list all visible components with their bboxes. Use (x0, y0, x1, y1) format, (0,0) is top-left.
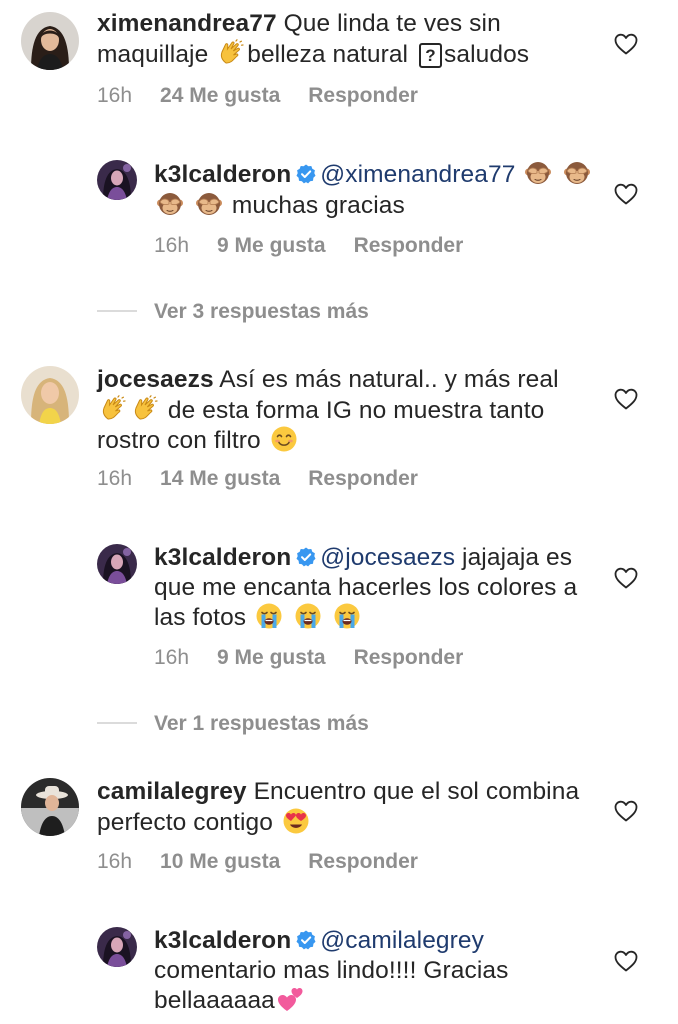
comment-text: belleza natural (247, 40, 409, 68)
loudly-crying-face-emoji-icon (333, 602, 361, 630)
like-heart-icon[interactable] (614, 800, 638, 822)
timestamp: 16h (97, 467, 133, 490)
reply-button[interactable]: Responder (354, 234, 464, 257)
reply-button[interactable]: Responder (354, 646, 464, 669)
username[interactable]: k3lcalderon (154, 161, 291, 188)
verified-badge-icon (296, 930, 316, 950)
comment-body: k3lcalderon @ximenandrea77 muchas gracias (154, 159, 604, 220)
avatar[interactable] (97, 160, 137, 200)
timestamp: 16h (154, 646, 190, 669)
like-count[interactable]: 9 Me gusta (217, 646, 326, 669)
comment-meta: 16h 14 Me gusta Responder (97, 467, 446, 491)
comment-text: muchas gracias (231, 191, 405, 219)
comment-text: Así es más natural.. y más real (219, 366, 559, 393)
comment-body: k3lcalderon @jocesaezs jajajaja es que me… (154, 543, 604, 633)
loudly-crying-face-emoji-icon (255, 602, 283, 630)
mention-link[interactable]: @ximenandrea77 (320, 161, 515, 188)
comment-body: jocesaezs Así es más natural.. y más rea… (97, 365, 597, 456)
see-no-evil-monkey-emoji-icon (563, 159, 591, 187)
see-no-evil-monkey-emoji-icon (524, 159, 552, 187)
divider (97, 310, 137, 312)
comment-meta: 16h 10 Me gusta Responder (97, 850, 446, 874)
see-no-evil-monkey-emoji-icon (195, 190, 223, 218)
timestamp: 16h (154, 234, 190, 257)
two-hearts-emoji-icon (277, 985, 305, 1013)
reply-button[interactable]: Responder (308, 467, 418, 490)
comment-meta: 16h 9 Me gusta Responder (154, 646, 491, 670)
username[interactable]: k3lcalderon (154, 544, 291, 571)
like-heart-icon[interactable] (614, 33, 638, 55)
comment-text: comentario mas lindo!!!! Gracias bellaaa… (154, 956, 509, 1015)
heart-eyes-emoji-icon (282, 807, 310, 835)
like-count[interactable]: 9 Me gusta (217, 234, 326, 257)
view-more-replies-button[interactable]: Ver 3 respuestas más (97, 300, 369, 324)
comment-body: ximenandrea77 Que linda te ves sin maqui… (97, 9, 597, 69)
clapping-hands-emoji-icon (99, 395, 127, 423)
clapping-hands-emoji-icon (131, 395, 159, 423)
comment-meta: 16h 9 Me gusta Responder (154, 234, 491, 258)
avatar[interactable] (97, 544, 137, 584)
like-heart-icon[interactable] (614, 183, 638, 205)
clapping-hands-emoji-icon (217, 39, 245, 67)
unknown-glyph-icon: ? (419, 42, 443, 68)
verified-badge-icon (296, 547, 316, 567)
username[interactable]: k3lcalderon (154, 927, 291, 954)
mention-link[interactable]: @jocesaezs (320, 544, 455, 571)
comment-text: de esta forma IG no muestra tanto rostro… (97, 396, 545, 455)
like-count[interactable]: 14 Me gusta (160, 467, 280, 490)
like-heart-icon[interactable] (614, 567, 638, 589)
username[interactable]: camilalegrey (97, 778, 247, 805)
divider (97, 722, 137, 724)
username[interactable]: ximenandrea77 (97, 10, 277, 37)
reply-button[interactable]: Responder (308, 850, 418, 873)
username[interactable]: jocesaezs (97, 366, 214, 393)
comment-body: camilalegrey Encuentro que el sol combin… (97, 777, 597, 837)
avatar[interactable] (21, 778, 79, 836)
mention-link[interactable]: @camilalegrey (320, 927, 484, 954)
like-count[interactable]: 24 Me gusta (160, 84, 280, 107)
view-more-label: Ver 1 respuestas más (154, 712, 369, 735)
view-more-replies-button[interactable]: Ver 1 respuestas más (97, 712, 369, 736)
see-no-evil-monkey-emoji-icon (156, 190, 184, 218)
comment-text: saludos (444, 40, 530, 68)
comment-meta: 16h 24 Me gusta Responder (97, 84, 446, 108)
verified-badge-icon (296, 164, 316, 184)
reply-button[interactable]: Responder (308, 84, 418, 107)
like-count[interactable]: 10 Me gusta (160, 850, 280, 873)
smiling-face-emoji-icon (270, 425, 298, 453)
avatar[interactable] (21, 12, 79, 70)
avatar[interactable] (97, 927, 137, 967)
like-heart-icon[interactable] (614, 950, 638, 972)
comment-body: k3lcalderon @camilalegrey comentario mas … (154, 926, 604, 1016)
like-heart-icon[interactable] (614, 388, 638, 410)
timestamp: 16h (97, 84, 133, 107)
avatar[interactable] (21, 366, 79, 424)
loudly-crying-face-emoji-icon (294, 602, 322, 630)
timestamp: 16h (97, 850, 133, 873)
view-more-label: Ver 3 respuestas más (154, 300, 369, 323)
